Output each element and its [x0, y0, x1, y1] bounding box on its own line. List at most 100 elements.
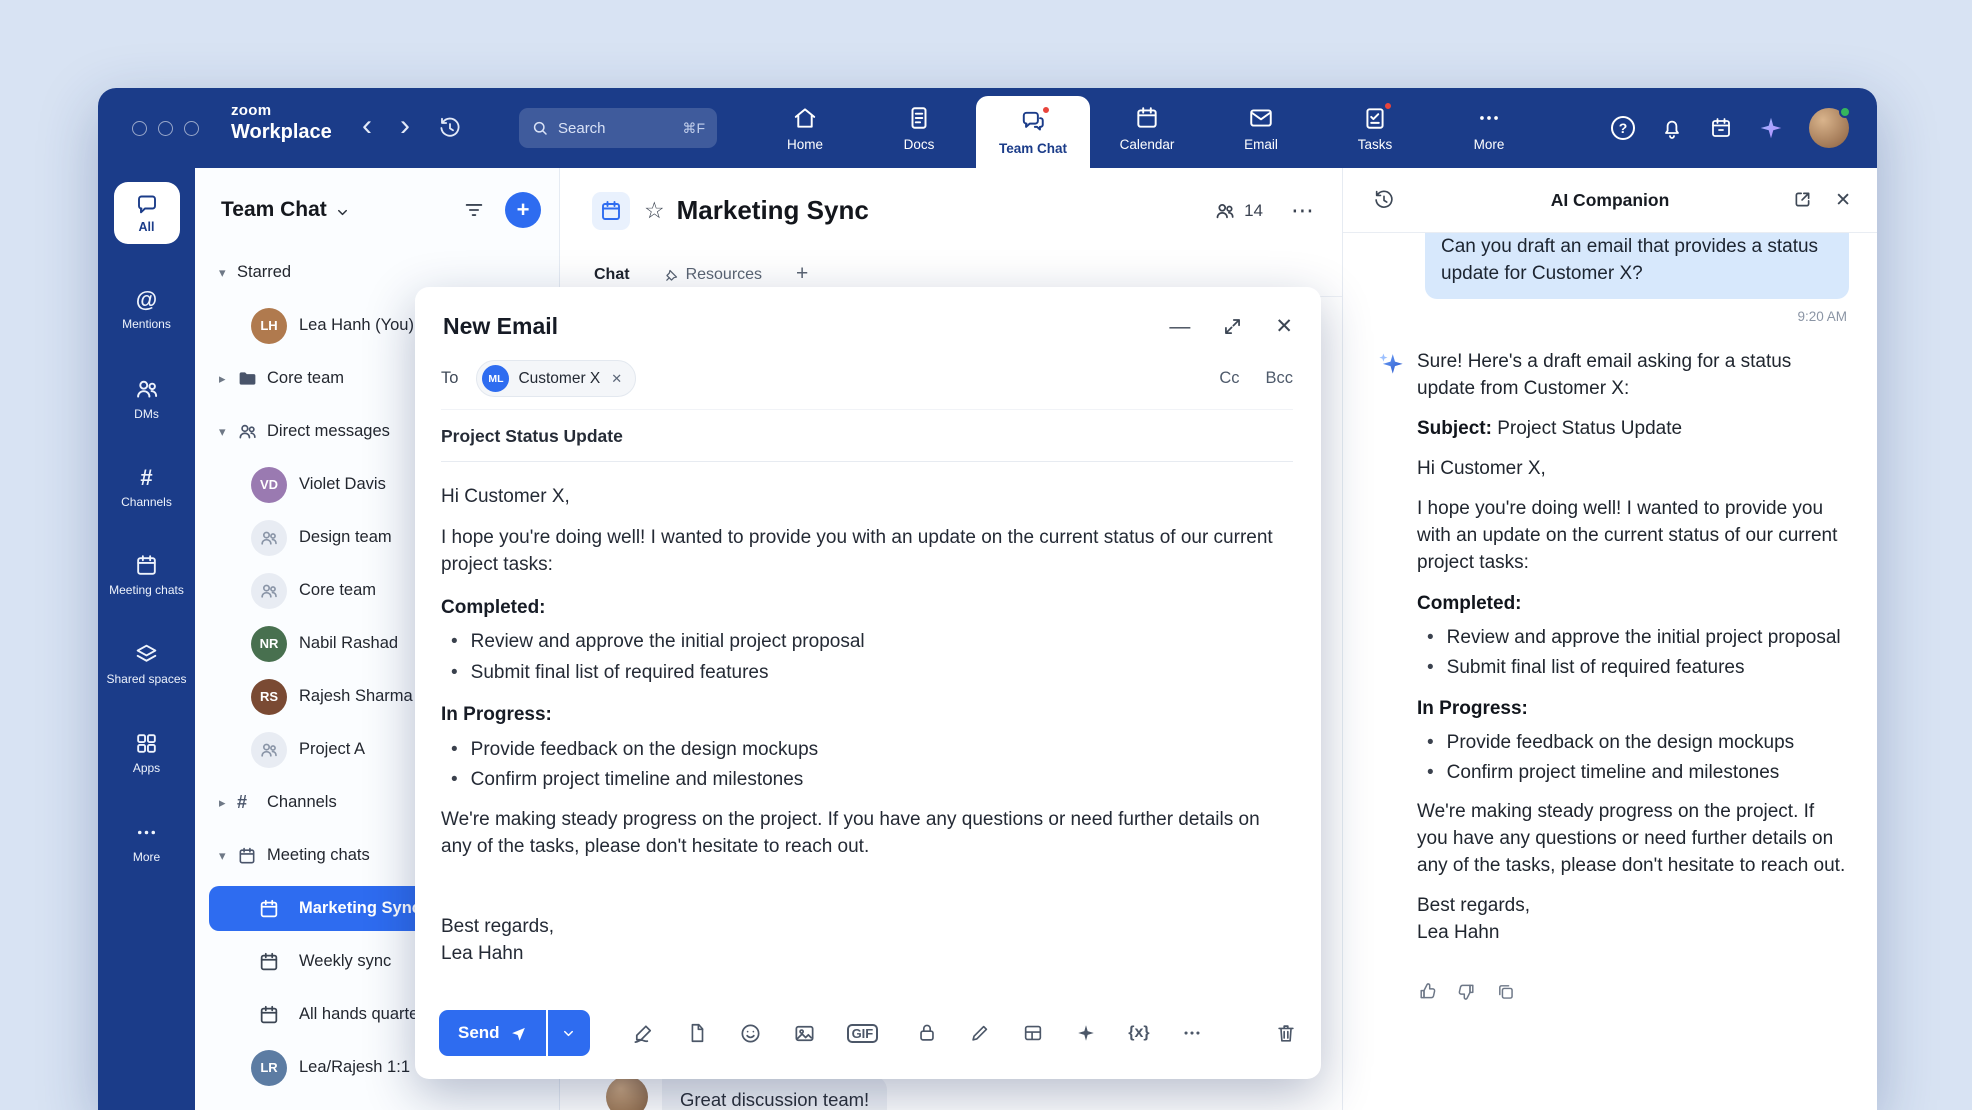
caret-expanded-icon[interactable]: ▾	[219, 424, 237, 440]
recipient-name: Customer X	[518, 370, 600, 388]
email-completed-list: Review and approve the initial project p…	[441, 628, 1275, 686]
nav-calendar[interactable]: Calendar	[1090, 88, 1204, 168]
modal-title: New Email	[443, 313, 558, 340]
window-minimize-button[interactable]	[158, 121, 173, 136]
rail-item-mentions[interactable]: @ Mentions	[103, 288, 191, 332]
members-count-button[interactable]: 14	[1214, 200, 1263, 222]
hash-icon: #	[237, 792, 267, 813]
online-status-dot	[1839, 106, 1851, 118]
nav-docs[interactable]: Docs	[862, 88, 976, 168]
ai-compose-sparkle-button[interactable]	[1075, 1022, 1097, 1044]
sparkle-icon	[1075, 1022, 1097, 1044]
minimize-icon[interactable]: —	[1169, 316, 1190, 337]
dms-people-icon	[134, 376, 160, 402]
insert-image-button[interactable]	[793, 1022, 816, 1045]
sidebar-title[interactable]: Team Chat	[221, 198, 327, 222]
ai-in-progress-list: Provide feedback on the design mockups C…	[1417, 729, 1849, 786]
ai-sparkle-icon[interactable]	[1758, 115, 1784, 141]
rail-item-meeting-chats[interactable]: Meeting chats	[103, 553, 191, 598]
meeting-calendar-tile-icon	[592, 192, 630, 230]
search-input[interactable]: Search ⌘F	[519, 108, 717, 148]
new-chat-button[interactable]: +	[505, 192, 541, 228]
caret-expanded-icon[interactable]: ▾	[219, 265, 237, 281]
chat-message: Great discussion team!	[606, 1076, 887, 1110]
window-close-button[interactable]	[132, 121, 147, 136]
apps-grid-icon	[134, 731, 159, 756]
attach-file-button[interactable]	[686, 1022, 708, 1044]
notifications-bell-icon[interactable]	[1660, 116, 1684, 140]
discard-draft-button[interactable]	[1275, 1022, 1297, 1044]
variables-button[interactable]: {x}	[1128, 1024, 1149, 1042]
toolbar-more-button[interactable]	[1181, 1022, 1203, 1044]
chevron-down-icon	[561, 1026, 576, 1041]
rail-more-icon	[134, 820, 159, 845]
close-panel-icon[interactable]: ✕	[1835, 189, 1851, 212]
expand-icon[interactable]	[1222, 316, 1243, 337]
nav-tasks[interactable]: Tasks	[1318, 88, 1432, 168]
user-avatar[interactable]	[1809, 108, 1849, 148]
nav-more[interactable]: More	[1432, 88, 1546, 168]
cc-button[interactable]: Cc	[1219, 369, 1239, 388]
encrypt-lock-button[interactable]	[916, 1022, 938, 1044]
pencil-icon	[969, 1022, 991, 1044]
rail-item-shared-spaces[interactable]: Shared spaces	[103, 642, 191, 687]
team-avatar	[251, 732, 287, 768]
nav-home[interactable]: Home	[748, 88, 862, 168]
nav-email[interactable]: Email	[1204, 88, 1318, 168]
gif-button[interactable]: GIF	[847, 1024, 879, 1043]
rail-item-more[interactable]: More	[103, 820, 191, 865]
schedule-icon[interactable]	[1709, 116, 1733, 140]
caret-collapsed-icon[interactable]: ▸	[219, 795, 237, 811]
email-body-editor[interactable]: Hi Customer X, I hope you're doing well!…	[441, 483, 1275, 981]
more-dots-icon	[1181, 1022, 1203, 1044]
window-zoom-button[interactable]	[184, 121, 199, 136]
copy-icon[interactable]	[1495, 981, 1516, 1002]
ai-completed-label: Completed:	[1417, 590, 1849, 617]
bcc-button[interactable]: Bcc	[1265, 369, 1293, 388]
caret-collapsed-icon[interactable]: ▸	[219, 371, 237, 387]
thumbs-up-icon[interactable]	[1417, 981, 1438, 1002]
close-icon[interactable]: ✕	[1275, 316, 1293, 337]
rail-item-apps[interactable]: Apps	[103, 731, 191, 776]
new-email-modal: New Email — ✕ To ML Customer X ✕ Cc Bcc …	[415, 287, 1321, 1079]
template-layout-button[interactable]	[1022, 1022, 1044, 1044]
send-button[interactable]: Send	[439, 1010, 546, 1056]
sidebar-title-chevron-icon[interactable]	[335, 205, 350, 220]
help-icon[interactable]: ?	[1611, 116, 1635, 140]
team-avatar	[251, 573, 287, 609]
rail-item-all[interactable]: All	[114, 182, 180, 244]
ai-user-message: Can you draft an email that provides a s…	[1425, 233, 1849, 299]
subject-field[interactable]: Project Status Update	[441, 410, 1293, 462]
mentions-at-icon: @	[136, 288, 157, 312]
ai-companion-panel: AI Companion ✕ Can you draft an email th…	[1342, 168, 1877, 1110]
ai-history-icon[interactable]	[1373, 189, 1395, 211]
ai-response-subject-line: Subject: Project Status Update	[1417, 415, 1849, 442]
favorite-star-icon[interactable]: ☆	[644, 197, 665, 224]
email-closing: We're making steady progress on the proj…	[441, 806, 1275, 861]
signature-button[interactable]	[632, 1022, 655, 1045]
filter-icon[interactable]	[463, 199, 485, 221]
tasks-notification-dot	[1383, 101, 1393, 111]
edit-pencil-button[interactable]	[969, 1022, 991, 1044]
image-icon	[793, 1022, 816, 1045]
signature-icon	[632, 1022, 655, 1045]
conversation-more-icon[interactable]: ⋯	[1291, 197, 1316, 224]
caret-expanded-icon[interactable]: ▾	[219, 848, 237, 864]
rail-item-dms[interactable]: DMs	[103, 376, 191, 422]
remove-recipient-icon[interactable]: ✕	[611, 371, 622, 387]
calendar-icon	[1134, 105, 1160, 131]
rail-item-channels[interactable]: # Channels	[103, 466, 191, 510]
back-icon[interactable]: ‹	[362, 111, 372, 141]
ai-response-closing: We're making steady progress on the proj…	[1417, 798, 1849, 879]
thumbs-down-icon[interactable]	[1456, 981, 1477, 1002]
history-icon[interactable]	[438, 116, 462, 140]
forward-icon[interactable]: ›	[400, 111, 410, 141]
ai-feedback-row	[1417, 981, 1849, 1002]
email-signature: Lea Hahn	[441, 940, 1275, 968]
send-options-dropdown[interactable]	[548, 1010, 590, 1056]
open-in-new-window-icon[interactable]	[1792, 189, 1813, 212]
email-completed-label: Completed:	[441, 594, 1275, 622]
recipient-chip[interactable]: ML Customer X ✕	[476, 360, 636, 397]
emoji-button[interactable]	[739, 1022, 762, 1045]
nav-team-chat[interactable]: Team Chat	[976, 96, 1090, 168]
